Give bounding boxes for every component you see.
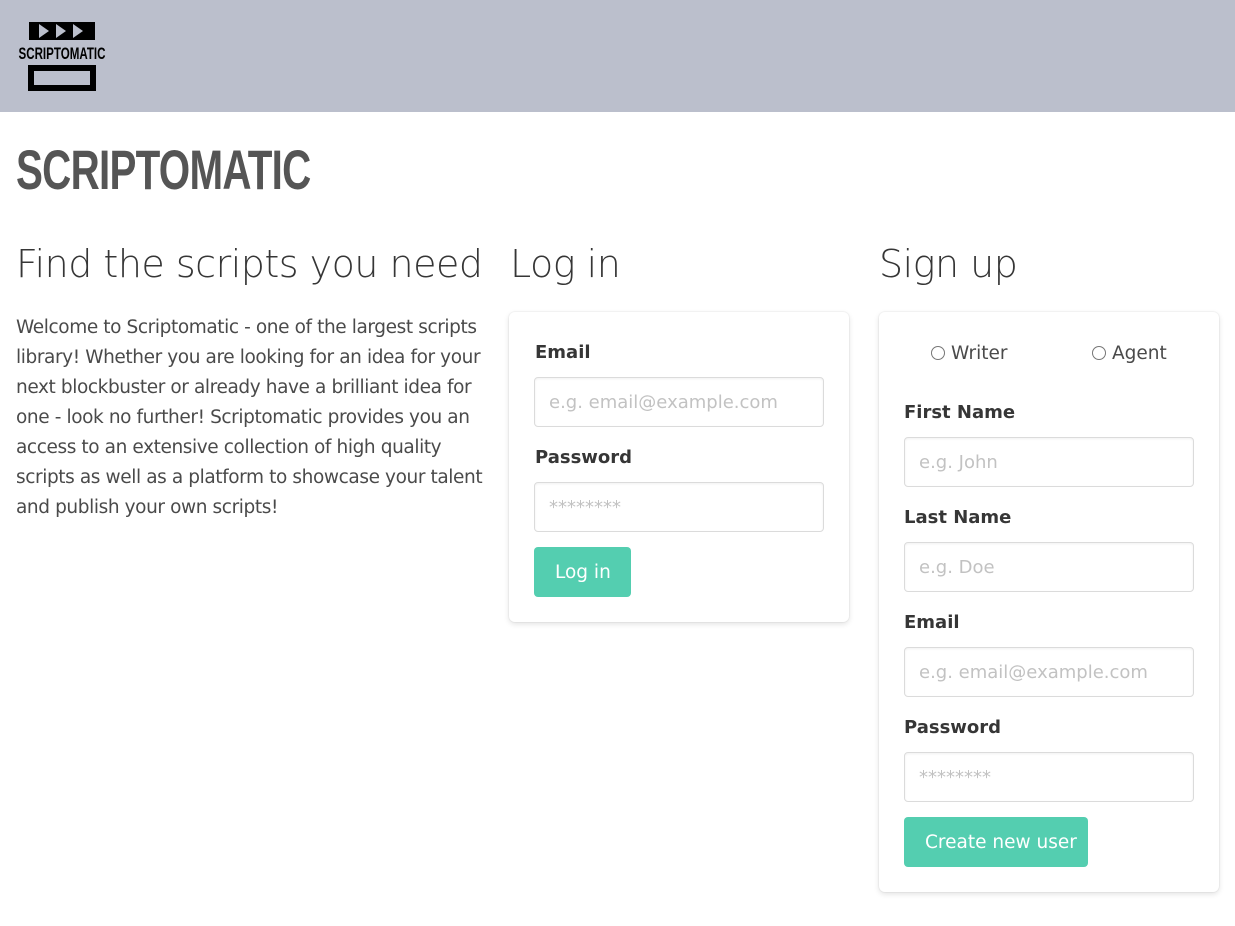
first-name-label: First Name bbox=[904, 402, 1016, 423]
intro-text: Welcome to Scriptomatic - one of the lar… bbox=[16, 317, 483, 518]
site-title: SCRIPTOMATIC bbox=[16, 138, 311, 201]
signup-email-label: Email bbox=[904, 612, 960, 633]
login-button[interactable]: Log in bbox=[534, 547, 631, 597]
create-user-button[interactable]: Create new user bbox=[904, 817, 1088, 867]
signup-card bbox=[879, 312, 1219, 892]
last-name-input[interactable] bbox=[904, 542, 1194, 592]
signup-password-input[interactable] bbox=[904, 752, 1194, 802]
signup-heading: Sign up bbox=[879, 242, 1018, 286]
agent-radio[interactable] bbox=[1092, 346, 1106, 360]
last-name-label: Last Name bbox=[904, 507, 1012, 528]
svg-text:SCRIPTOMATIC: SCRIPTOMATIC bbox=[19, 44, 106, 63]
signup-password-label: Password bbox=[904, 717, 1002, 738]
login-password-input[interactable] bbox=[534, 482, 824, 532]
writer-radio-label: Writer bbox=[951, 342, 1008, 364]
login-heading: Log in bbox=[510, 242, 621, 286]
role-option-writer[interactable]: Writer bbox=[931, 340, 1007, 366]
login-email-label: Email bbox=[535, 342, 591, 363]
login-password-label: Password bbox=[535, 447, 633, 468]
clapperboard-logo-icon: SCRIPTOMATIC bbox=[19, 22, 106, 91]
agent-radio-label: Agent bbox=[1112, 342, 1167, 364]
top-navbar: SCRIPTOMATIC bbox=[0, 0, 1235, 112]
role-option-agent[interactable]: Agent bbox=[1092, 340, 1167, 366]
signup-email-input[interactable] bbox=[904, 647, 1194, 697]
intro-heading: Find the scripts you need bbox=[16, 242, 483, 286]
login-email-input[interactable] bbox=[534, 377, 824, 427]
writer-radio[interactable] bbox=[931, 346, 945, 360]
first-name-input[interactable] bbox=[904, 437, 1194, 487]
scriptomatic-logo[interactable]: SCRIPTOMATIC bbox=[18, 20, 108, 92]
